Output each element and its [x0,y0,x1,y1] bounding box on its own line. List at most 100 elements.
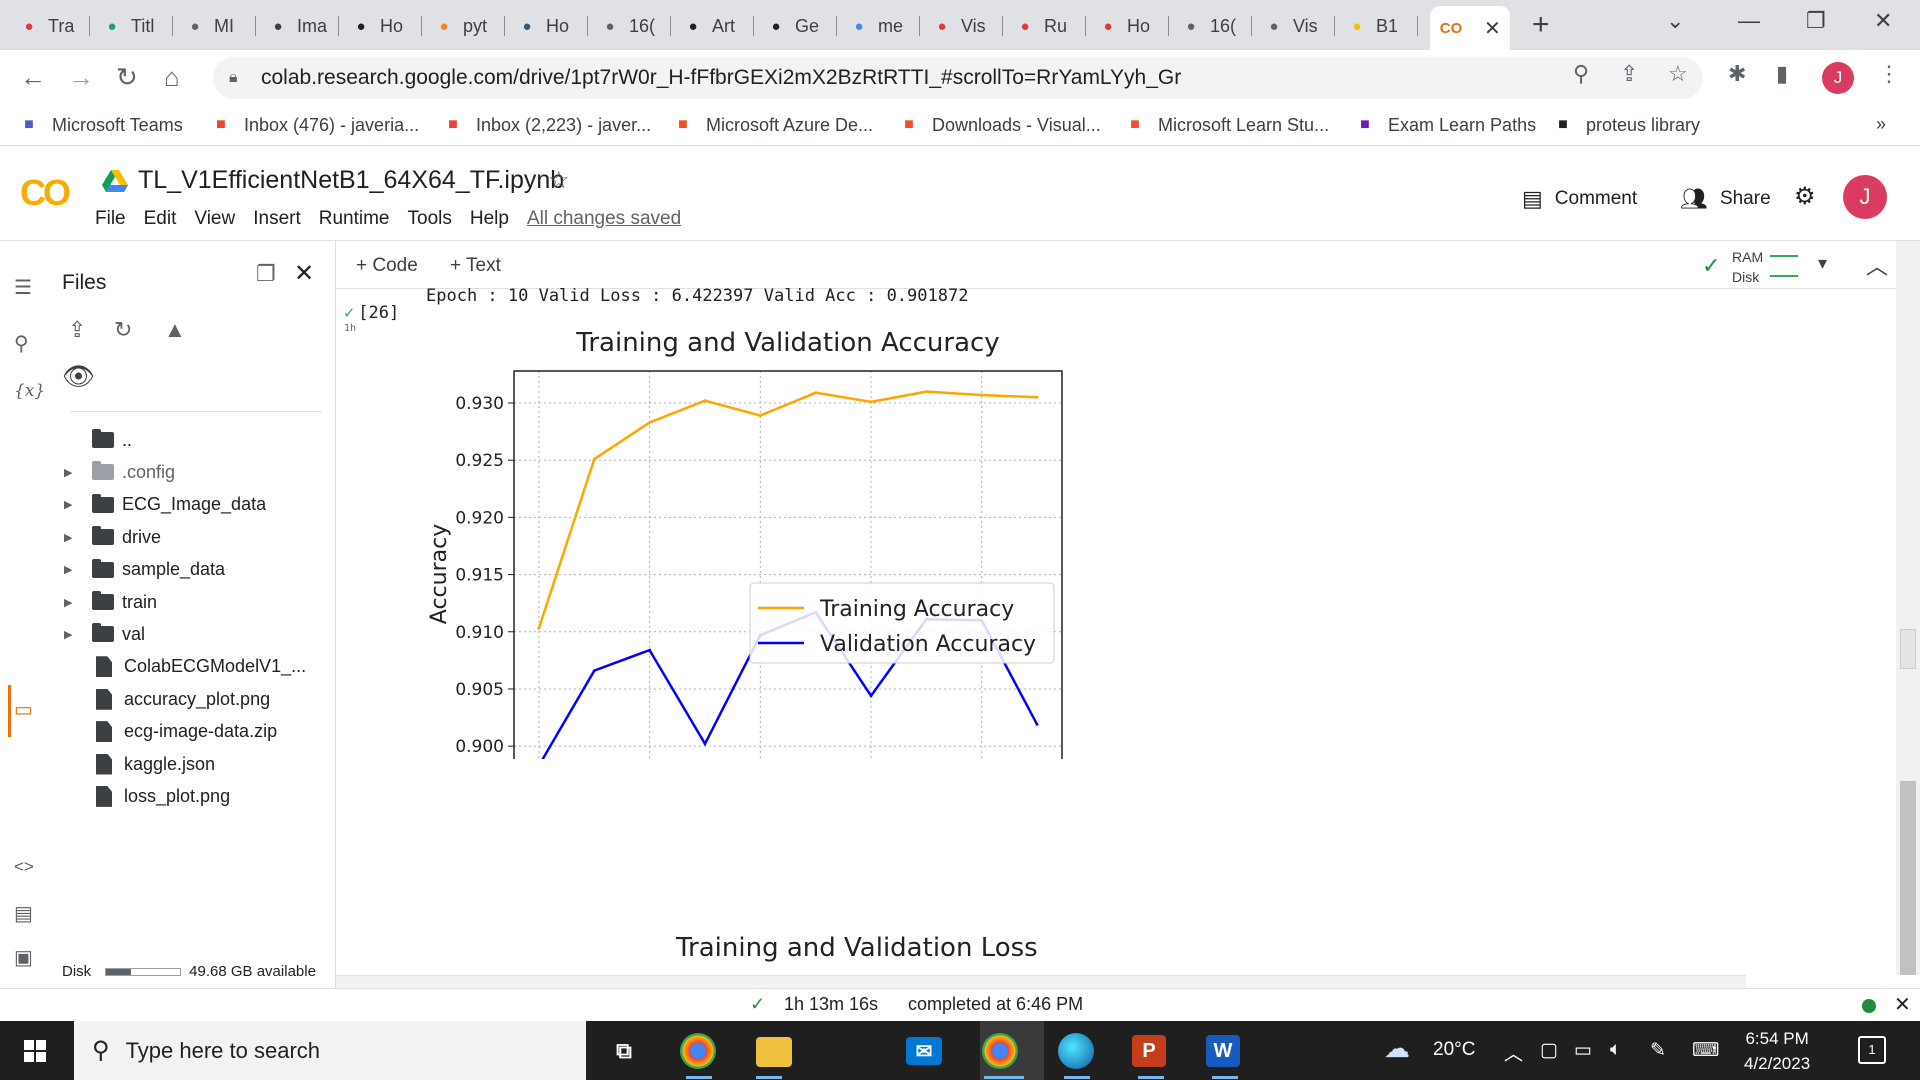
menu-runtime[interactable]: Runtime [319,208,390,230]
extensions-icon[interactable]: ✱ [1728,61,1746,87]
folder-item[interactable]: ▶ sample_data [54,555,225,585]
terminal-icon[interactable]: ▣ [14,945,33,970]
keyboard-icon[interactable]: ⌨ [1692,1039,1719,1062]
notifications-icon[interactable]: 1 [1858,1036,1886,1064]
add-code-button[interactable]: + Code [356,255,418,277]
microsoft-store-icon[interactable] [830,1035,862,1067]
table-of-contents-icon[interactable]: ☰ [14,275,32,300]
star-notebook-icon[interactable]: ☆ [548,166,570,195]
new-tab-button[interactable]: + [1532,8,1550,42]
mail-icon[interactable]: ✉ [906,1037,942,1065]
menu-help[interactable]: Help [470,208,509,230]
bookmark-item[interactable]: ■ Microsoft Teams [18,114,183,136]
bookmark-item[interactable]: ■ Microsoft Learn Stu... [1124,114,1329,136]
folder-item[interactable]: ▶ train [54,587,157,617]
browser-tab[interactable]: ● me [838,8,920,44]
close-window-icon[interactable]: ✕ [1874,8,1892,34]
expand-arrow-icon[interactable]: ▶ [64,628,78,641]
menu-tools[interactable]: Tools [408,208,452,230]
meet-now-icon[interactable]: ▢ [1540,1039,1558,1062]
powerpoint-icon[interactable]: P [1132,1035,1166,1067]
expand-arrow-icon[interactable]: ▶ [64,563,78,576]
file-item[interactable]: kaggle.json [54,749,215,779]
save-status[interactable]: All changes saved [527,208,681,230]
folder-item[interactable]: ▶ drive [54,522,161,552]
menu-view[interactable]: View [194,208,235,230]
edge-icon[interactable] [1058,1033,1094,1069]
bookmark-item[interactable]: ■ Microsoft Azure De... [672,114,873,136]
bookmark-item[interactable]: ■ Downloads - Visual... [898,114,1101,136]
weather-temperature[interactable]: 20°C [1433,1039,1475,1061]
close-tab-icon[interactable]: ✕ [1484,16,1501,41]
windows-start-icon[interactable] [24,1040,46,1062]
file-item[interactable]: ecg-image-data.zip [54,717,277,747]
bookmark-item[interactable]: ■ Inbox (2,223) - javer... [442,114,651,136]
menu-file[interactable]: File [95,208,126,230]
vertical-scrollbar[interactable] [1896,241,1920,975]
browser-menu-icon[interactable]: ⋮ [1878,61,1900,87]
bookmark-item[interactable]: ■ Inbox (476) - javeria... [210,114,419,136]
side-panel-icon[interactable]: ▮ [1776,61,1788,87]
browser-tab[interactable]: ● B1 [1336,8,1418,44]
browser-tab[interactable]: ● Vis [1253,8,1335,44]
refresh-folder-icon[interactable]: ↻ [114,317,132,343]
bookmark-item[interactable]: ■ proteus library [1552,114,1700,136]
system-clock[interactable]: 6:54 PM 4/2/2023 [1744,1026,1810,1076]
word-icon[interactable]: W [1206,1035,1240,1067]
expand-arrow-icon[interactable]: ▶ [64,596,78,609]
files-folder-icon[interactable]: ▭ [14,697,33,722]
file-item[interactable]: ColabECGModelV1_... [54,652,306,682]
pen-icon[interactable]: ✎ [1650,1039,1666,1062]
file-item[interactable]: accuracy_plot.png [54,684,270,714]
browser-tab[interactable]: ● MI [174,8,256,44]
forward-icon[interactable]: → [68,62,94,93]
chrome-icon[interactable] [680,1033,716,1069]
browser-tab[interactable]: ● 16( [589,8,671,44]
folder-item[interactable]: ▶ ECG_Image_data [54,490,266,520]
browser-tab-active[interactable]: CO ✕ [1430,6,1510,50]
command-palette-icon[interactable]: ▤ [14,901,33,926]
connected-check-icon[interactable]: ✓ [1702,253,1720,279]
browser-tab[interactable]: ● Ru [1004,8,1086,44]
horizontal-scrollbar[interactable] [336,975,1746,989]
resource-monitor[interactable]: RAM Disk [1732,247,1763,287]
code-snippets-icon[interactable]: <> [14,857,34,877]
bookmarks-overflow-icon[interactable]: » [1876,114,1886,135]
taskbar-search[interactable]: ⚲ Type here to search [74,1021,586,1080]
minimize-icon[interactable]: — [1738,8,1760,34]
notebook-title[interactable]: TL_V1EfficientNetB1_64X64_TF.ipynb [138,166,564,195]
browser-tab[interactable]: ● Ge [755,8,837,44]
browser-tab[interactable]: ● Titl [91,8,173,44]
browser-tab[interactable]: ● Ima [257,8,339,44]
task-view-icon[interactable]: ⧉ [604,1031,644,1071]
bookmark-star-icon[interactable]: ☆ [1668,61,1688,87]
browser-tab[interactable]: ● Ho [506,8,588,44]
volume-icon[interactable]: 🔈︎ [1610,1039,1621,1061]
close-panel-icon[interactable]: ✕ [294,259,314,288]
share-page-icon[interactable]: ⇪ [1620,61,1638,87]
status-close-icon[interactable]: ✕ [1894,992,1911,1017]
tray-chevron-icon[interactable]: ︿ [1504,1039,1523,1066]
colab-logo[interactable]: CO [20,172,71,214]
chrome-profile-icon[interactable] [982,1033,1018,1069]
browser-tab[interactable]: ● Art [672,8,754,44]
variables-icon[interactable]: {x} [14,381,45,401]
search-icon[interactable]: ⚲ [14,331,29,356]
browser-tab[interactable]: ● Tra [8,8,90,44]
add-text-button[interactable]: + Text [450,255,501,277]
comment-button[interactable]: ▤ Comment [1522,186,1637,212]
resources-dropdown-icon[interactable]: ▾ [1818,253,1827,274]
menu-edit[interactable]: Edit [144,208,177,230]
file-explorer-icon[interactable] [756,1037,792,1067]
upload-file-icon[interactable]: ⇪ [68,317,86,343]
expand-arrow-icon[interactable]: ▶ [64,498,78,511]
expand-arrow-icon[interactable]: ▶ [64,466,78,479]
browser-tab[interactable]: ● pyt [423,8,505,44]
zoom-icon[interactable]: ⚲ [1573,61,1589,87]
restore-icon[interactable]: ❐ [1806,8,1826,34]
cell-execution-count[interactable]: ✓ [26] 1h [344,303,399,334]
reload-icon[interactable]: ↻ [116,62,138,93]
settings-gear-icon[interactable]: ⚙ [1794,182,1816,211]
share-button[interactable]: 👥︎ Share [1680,186,1771,212]
weather-cloud-icon[interactable]: ☁ [1384,1033,1410,1064]
